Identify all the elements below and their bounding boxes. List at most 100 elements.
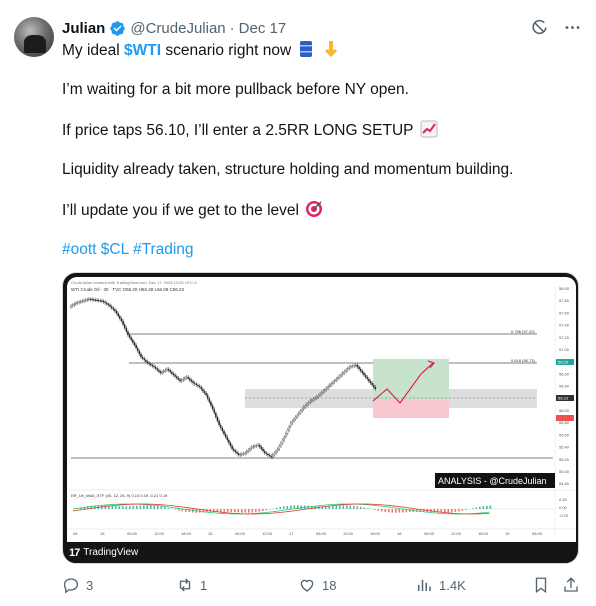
candle-body (159, 371, 162, 374)
candle-body (200, 386, 202, 390)
candle-body (291, 420, 294, 424)
time-tick-label: 18:00 (181, 531, 192, 536)
indicator-bar (258, 509, 261, 512)
repost-button[interactable]: 1 (176, 576, 207, 594)
candle-body (176, 376, 178, 379)
candle-body (228, 439, 230, 444)
candle-body (312, 398, 315, 401)
candle-body (73, 303, 76, 306)
price-tick-label: 57.40 (559, 323, 570, 328)
candle-body (324, 389, 326, 392)
candle-body (115, 310, 118, 314)
chart-image[interactable]: CrudeJulian created with TradingView.com… (62, 272, 579, 564)
candle-body (348, 366, 351, 369)
candle-body (296, 414, 298, 418)
candle-body (246, 451, 248, 454)
indicator-bar (300, 505, 303, 509)
indicator-bar (237, 509, 240, 513)
author-handle[interactable]: @CrudeJulian (130, 20, 225, 37)
candle-body (333, 380, 336, 383)
indicator-bar (132, 505, 135, 509)
target-icon (306, 201, 323, 217)
candle-body (211, 405, 214, 410)
candle-body (359, 368, 362, 372)
indicator-bar (398, 509, 401, 513)
candle-body (306, 403, 308, 406)
indicator-bar (104, 505, 107, 509)
repost-icon (179, 578, 191, 592)
candle-body (307, 402, 310, 405)
candle-body (249, 448, 251, 451)
time-tick-label: 06:00 (316, 531, 327, 536)
indicator-bar (346, 505, 348, 509)
current-price-label: 56.29 (558, 360, 569, 365)
candle-body (272, 454, 274, 458)
candle-body (86, 299, 89, 301)
candle-body (161, 371, 163, 374)
price-tick-label: 55.00 (559, 469, 570, 474)
candle-body (150, 363, 152, 366)
candle-body (102, 300, 105, 303)
indicator-bar (454, 509, 457, 512)
indicator-bar (227, 509, 229, 512)
indicator-bar (220, 509, 222, 512)
candle-body (202, 388, 204, 392)
candle-body (322, 390, 325, 393)
grok-icon[interactable] (530, 18, 549, 37)
indicator-bar (461, 509, 464, 511)
candle-body (151, 364, 154, 367)
like-button[interactable]: 18 (298, 576, 336, 594)
candle-body (314, 397, 316, 400)
indicator-bar (465, 509, 467, 510)
tweet-date[interactable]: Dec 17 (239, 20, 287, 37)
candle-body (208, 398, 211, 403)
candle-body (273, 452, 276, 456)
candle-body (177, 377, 180, 380)
oil-drum-icon (300, 41, 313, 57)
candle-body (104, 301, 106, 304)
indicator-bar (136, 505, 138, 509)
indicator-bar (157, 505, 159, 509)
candle-body (355, 364, 357, 366)
candle-body (265, 452, 268, 455)
time-tick-label: 06:00 (532, 531, 543, 536)
candle-body (345, 369, 347, 372)
candle-body (229, 442, 232, 447)
share-button[interactable] (562, 576, 580, 594)
candle-body (332, 381, 334, 384)
candle-body (140, 353, 142, 358)
cashtag-link[interactable]: $WTI (124, 42, 161, 59)
stop-price-tag (556, 415, 574, 421)
candle-body (353, 365, 355, 367)
candle-body (119, 315, 121, 319)
hashtags-line[interactable]: #oott $CL #Trading (62, 240, 194, 260)
separator-dot: · (229, 19, 235, 37)
candle-body (106, 302, 108, 305)
candle-body (123, 324, 126, 329)
candle-body (237, 453, 240, 456)
heart-icon (300, 579, 314, 592)
avatar[interactable] (14, 17, 54, 57)
time-tick-label: 18 (397, 531, 402, 536)
chart-caption: CrudeJulian created with TradingView.com… (71, 280, 197, 285)
time-tick-label: 18:00 (370, 531, 381, 536)
text-line-4: Liquidity already taken, structure holdi… (62, 161, 514, 178)
views-button[interactable]: 1.4K (415, 576, 466, 594)
candle-body (330, 383, 333, 386)
candle-body (371, 382, 373, 386)
price-tick-label: 56.60 (559, 371, 570, 376)
indicator-bar (363, 507, 366, 509)
candle-body (145, 359, 147, 362)
candle-body (289, 422, 292, 427)
candle-body (117, 313, 119, 317)
candle-body (346, 368, 349, 371)
bookmark-button[interactable] (532, 576, 550, 594)
indicator-bar (174, 509, 177, 510)
more-options-icon[interactable] (563, 18, 582, 37)
reply-button[interactable]: 3 (62, 576, 93, 594)
candle-body (247, 449, 250, 452)
candle-body (263, 450, 266, 454)
author-name[interactable]: Julian (62, 20, 105, 37)
candle-body (311, 399, 313, 402)
candle-body (294, 416, 297, 420)
